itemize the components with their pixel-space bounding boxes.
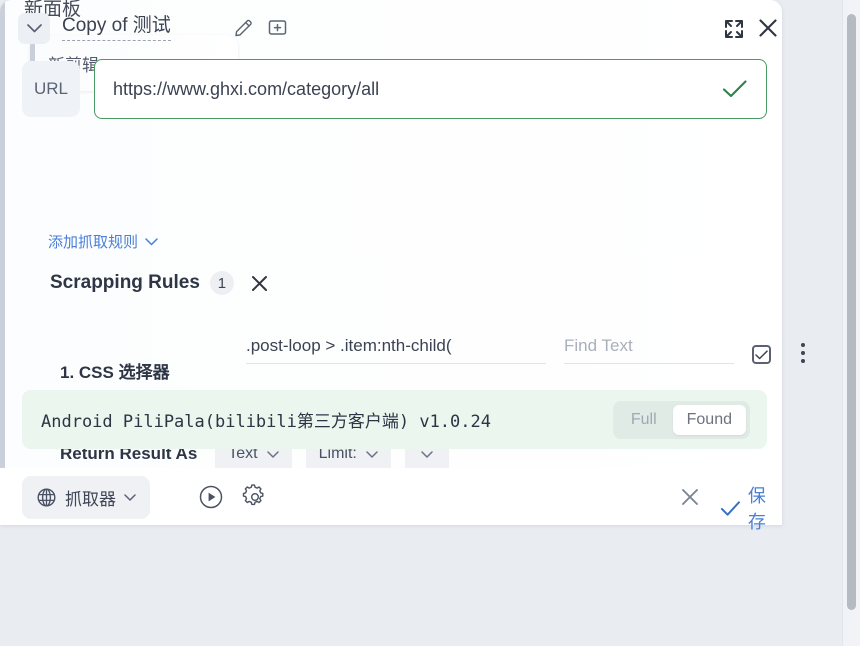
rule-enabled-checkbox[interactable] <box>752 345 771 364</box>
card-title[interactable]: Copy of 测试 <box>62 15 171 42</box>
run-icon[interactable] <box>196 482 226 512</box>
scraper-label: 抓取器 <box>65 490 116 509</box>
chevron-down-icon <box>266 450 279 458</box>
result-view-toggle: Full Found <box>612 400 750 439</box>
scrape-result-box: Android PiliPala(bilibili第三方客户端) v1.0.24… <box>22 390 767 449</box>
chevron-down-icon[interactable] <box>18 13 50 44</box>
url-label: URL <box>22 61 80 117</box>
chevron-down-icon <box>421 450 433 458</box>
scrapping-rules-count-badge: 1 <box>209 271 234 295</box>
close-icon <box>682 489 698 505</box>
save-label: 保存 <box>747 486 766 532</box>
add-tab-glyph <box>268 19 286 35</box>
chevron-down-icon <box>124 494 136 501</box>
add-tab-icon[interactable] <box>266 17 288 39</box>
url-valid-check-icon <box>722 79 766 99</box>
expand-icon[interactable] <box>722 17 746 41</box>
vertical-scrollbar-thumb[interactable] <box>847 14 856 610</box>
pencil-glyph <box>234 19 252 36</box>
find-text-placeholder: Find Text <box>564 336 633 355</box>
scrapping-rules-title: Scrapping Rules <box>50 272 200 293</box>
chevron-down-icon <box>366 450 378 458</box>
gear-glyph <box>242 484 264 506</box>
scraper-select-button[interactable]: 抓取器 <box>22 476 150 519</box>
check-glyph <box>755 349 768 359</box>
cancel-button[interactable] <box>675 482 705 512</box>
expand-glyph <box>725 20 743 38</box>
scrape-result-text: Android PiliPala(bilibili第三方客户端) v1.0.24 <box>41 412 491 432</box>
run-glyph <box>199 485 223 509</box>
chevron-down-icon <box>145 237 158 245</box>
page-content: 新面板 新剪辑 Copy of 测试 <box>0 0 842 646</box>
close-icon[interactable] <box>756 16 780 40</box>
save-button[interactable]: 保存 <box>720 482 782 534</box>
css-selector-value: .post-loop > .item:nth-child( <box>246 336 452 355</box>
globe-icon <box>37 488 56 507</box>
scrapping-rules-header: Scrapping Rules 1 <box>50 271 269 295</box>
vertical-scrollbar-track[interactable] <box>842 0 860 646</box>
close-glyph <box>251 275 267 291</box>
add-scrape-rule-label: 添加抓取规则 <box>48 234 139 251</box>
url-input[interactable]: https://www.ghxi.com/category/all <box>94 59 767 119</box>
close-glyph <box>759 19 777 37</box>
scraper-editor-card: Copy of 测试 URL https://www.ghxi.com/cate… <box>0 0 805 534</box>
card-header: Copy of 测试 <box>0 0 782 56</box>
url-row: URL https://www.ghxi.com/category/all <box>22 59 767 119</box>
add-scrape-rule-link[interactable]: 添加抓取规则 <box>48 231 158 252</box>
pencil-icon[interactable] <box>232 17 254 39</box>
gear-icon[interactable] <box>240 482 270 512</box>
result-view-found-option[interactable]: Found <box>672 404 746 435</box>
url-value[interactable]: https://www.ghxi.com/category/all <box>95 79 722 100</box>
css-selector-input[interactable]: .post-loop > .item:nth-child( <box>246 328 546 364</box>
scrapping-rules-clear-icon[interactable] <box>250 274 269 293</box>
card-footer: 抓取器 保存 <box>0 468 782 534</box>
check-icon <box>720 500 740 516</box>
rule-index-label: 1. CSS 选择器 <box>60 363 170 382</box>
result-view-full-option[interactable]: Full <box>617 405 671 435</box>
check-glyph <box>722 80 747 98</box>
find-text-input[interactable]: Find Text <box>564 328 734 364</box>
chevron-down-glyph <box>26 24 42 33</box>
app-root: 新面板 新剪辑 Copy of 测试 <box>0 0 860 646</box>
